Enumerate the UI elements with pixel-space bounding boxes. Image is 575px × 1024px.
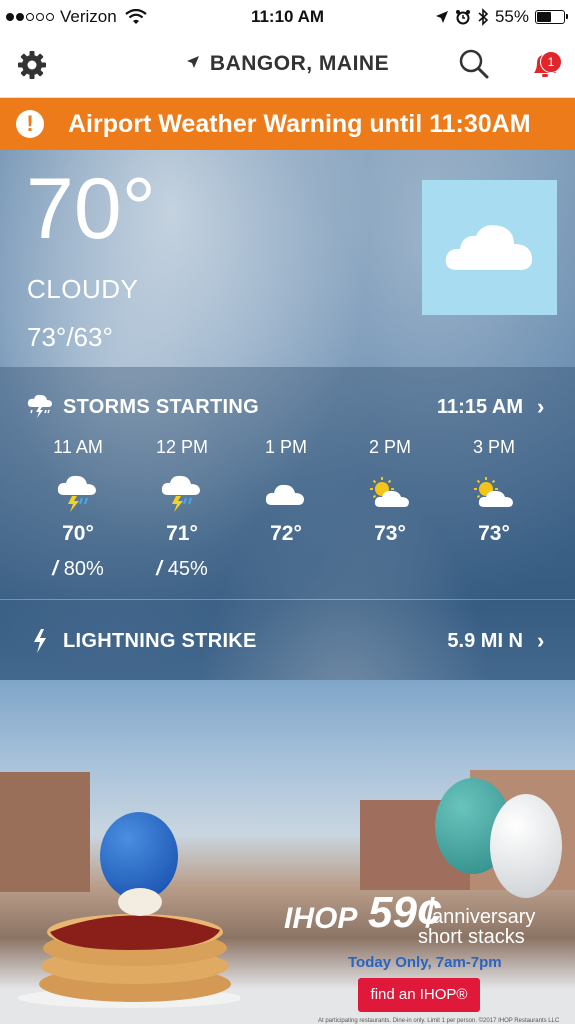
chevron-right-icon[interactable]: › [537,394,544,420]
location-services-icon [435,11,448,23]
pancake-stack [18,888,240,1008]
storm-row-title[interactable]: STORMS STARTING [63,396,259,419]
carrier-name: Verizon [60,7,117,26]
app-header: BANGOR, MAINE [0,34,575,98]
chevron-right-icon[interactable]: › [537,628,544,654]
building [0,772,90,892]
current-temperature: 70° [26,161,157,257]
battery-fill [537,12,551,22]
hourly-forecast-item[interactable]: 1 PM 72° [234,437,338,546]
find-ihop-button[interactable]: find an IHOP® [358,978,480,1012]
cloud-icon [445,225,533,270]
location-name: BANGOR, MAINE [209,52,390,75]
raindrop-icon: / [52,558,58,580]
hour-temp: 73° [478,522,510,545]
notification-count: 1 [547,55,555,69]
hour-time: 2 PM [368,437,411,457]
lightning-distance[interactable]: 5.9 MI N [447,630,523,653]
notification-count-badge: 1 [540,51,562,73]
storm-start-time[interactable]: 11:15 AM [437,396,523,419]
location-arrow-icon [186,56,199,68]
ihop-advertisement[interactable]: IHOP 59¢ anniversary short stacks Today … [0,680,575,1024]
storm-icon [27,394,52,418]
ad-fine-print: At participating restaurants. Dine-in on… [318,1018,560,1024]
alert-exclamation-icon: ! [16,110,44,138]
status-bar: Verizon 11:10 AM 55% [0,0,575,34]
partly-sunny-icon [442,472,546,514]
thunderstorm-icon [130,472,234,514]
raindrop-icon: / [156,558,162,580]
hour-time: 12 PM [155,437,209,457]
wifi-icon [125,9,147,24]
current-weather-tile[interactable] [422,180,557,315]
high-low-temps: 73°/63° [27,322,113,352]
ad-availability: Today Only, 7am-7pm [348,954,502,971]
hour-temp: 70° [62,522,94,545]
battery-icon [535,10,568,24]
alarm-icon [455,10,470,25]
hour-time: 11 AM [53,437,103,457]
hour-precip: /45% [156,558,208,580]
current-condition: CLOUDY [27,274,139,304]
partly-sunny-icon [338,472,442,514]
cloud-icon [234,472,338,514]
hourly-forecast-item[interactable]: 11 AM 70° /80% [26,437,130,581]
thunderstorm-icon [26,472,130,514]
hour-temp: 71° [166,522,198,545]
bluetooth-icon [478,8,489,26]
alert-text: Airport Weather Warning until 11:30AM [68,110,531,138]
hour-precip: /80% [52,558,104,580]
carrier-section: Verizon [6,7,147,27]
hour-temp: 72° [270,522,302,545]
white-balloon [490,794,562,898]
search-icon[interactable] [458,48,490,80]
hourly-forecast-item[interactable]: 12 PM 71° /45% [130,437,234,581]
battery-percent: 55% [494,7,529,26]
signal-strength-icon [6,13,54,21]
ihop-logo: IHOP [284,902,358,935]
weather-alert-banner[interactable]: ! Airport Weather Warning until 11:30AM [0,98,575,150]
hour-time: 1 PM [264,437,307,457]
status-icons: 55% [435,7,568,27]
hourly-forecast-item[interactable]: 2 PM 73° [338,437,442,546]
hour-temp: 73° [374,522,406,545]
lightning-icon [34,629,46,653]
hourly-forecast-item[interactable]: 3 PM 73° [442,437,546,546]
hour-time: 3 PM [472,437,515,457]
lightning-row-title[interactable]: LIGHTNING STRIKE [63,630,257,653]
ad-tagline-2: short stacks [418,926,525,948]
